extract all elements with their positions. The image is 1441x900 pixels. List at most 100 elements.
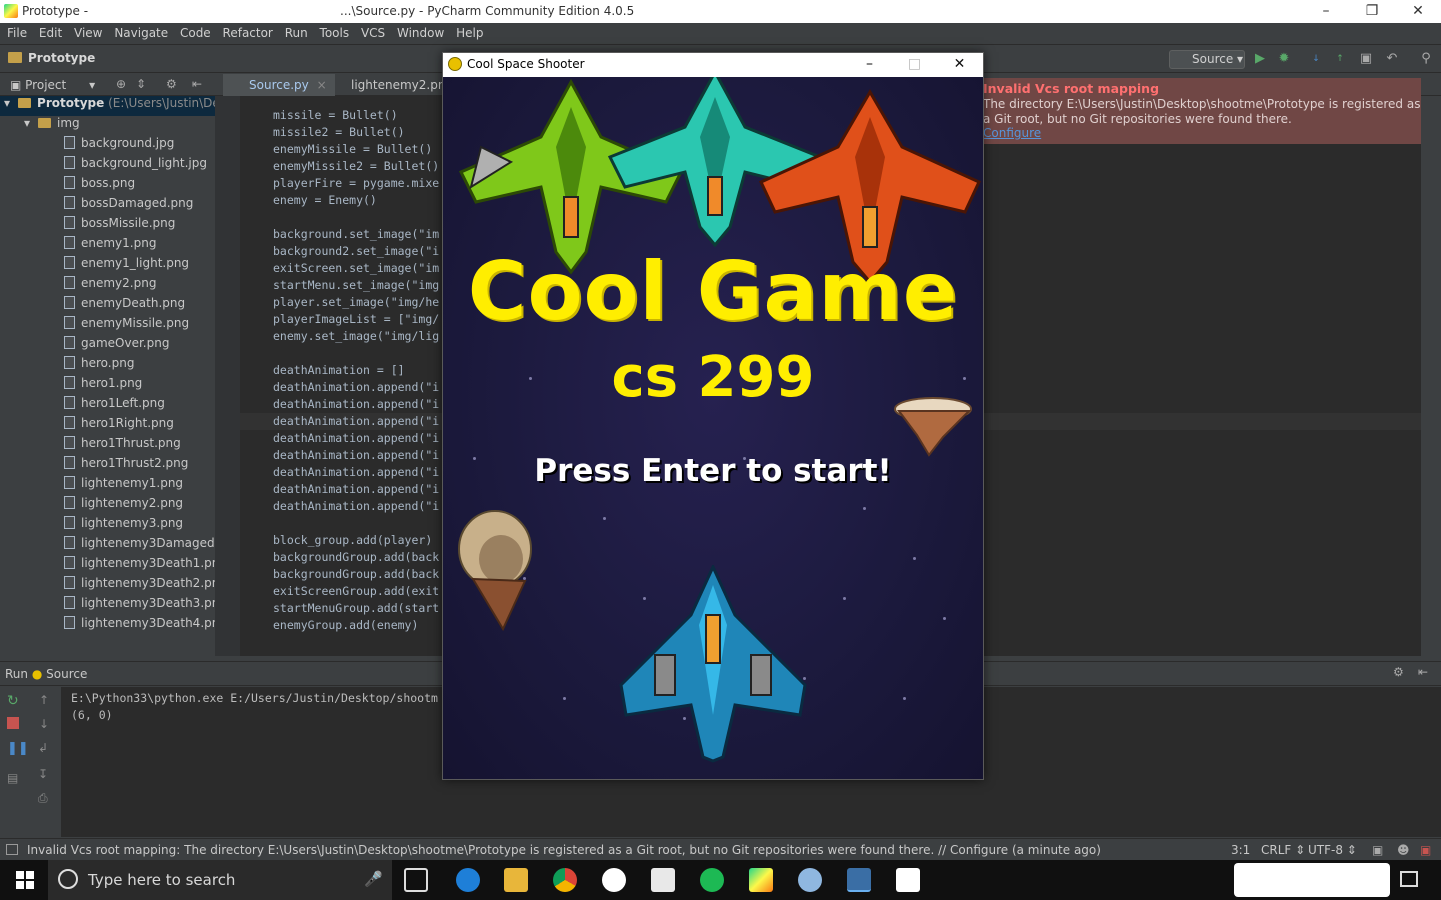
hide-icon[interactable]: ⇤	[192, 77, 202, 91]
pycharm-taskbar-icon[interactable]	[749, 868, 773, 892]
tree-file[interactable]: hero1Thrust.png	[0, 436, 215, 456]
menu-file[interactable]: File	[7, 23, 27, 40]
game-maximize-icon[interactable]: □	[892, 53, 937, 77]
lock-icon[interactable]: ▣	[1372, 843, 1383, 857]
menu-view[interactable]: View	[74, 23, 102, 40]
tree-file[interactable]: background.jpg	[0, 136, 215, 156]
stop-icon[interactable]	[7, 717, 19, 729]
inspector-icon[interactable]: ☻	[1397, 843, 1410, 857]
pause-icon[interactable]: ❚❚	[7, 741, 29, 756]
layout-icon[interactable]: ▤	[7, 771, 18, 785]
tab-source-py[interactable]: Source.py ×	[223, 74, 335, 96]
vcs-commit-icon[interactable]: ↑	[1332, 51, 1348, 67]
search-icon[interactable]: ⚲	[1418, 51, 1434, 67]
windows-start-icon[interactable]	[16, 871, 34, 889]
minimize-icon[interactable]: –	[1303, 0, 1349, 23]
run-config-select[interactable]: Source ▾	[1169, 50, 1245, 69]
menu-help[interactable]: Help	[456, 23, 483, 40]
action-center-icon[interactable]	[1400, 871, 1418, 887]
tree-file[interactable]: enemy2.png	[0, 276, 215, 296]
tree-file[interactable]: lightenemy2.png	[0, 496, 215, 516]
project-dropdown[interactable]: ▣ Project ▾	[10, 78, 95, 92]
tree-file[interactable]: lightenemy3.png	[0, 516, 215, 536]
game-minimize-icon[interactable]: –	[847, 53, 892, 77]
menu-vcs[interactable]: VCS	[361, 23, 385, 40]
tree-file[interactable]: enemyDeath.png	[0, 296, 215, 316]
tree-file[interactable]: hero1.png	[0, 376, 215, 396]
game-window[interactable]: Cool Space Shooter – □ ✕ Cool Game cs 29…	[442, 52, 984, 780]
game-canvas[interactable]: Cool Game cs 299 Press Enter to start!	[443, 77, 983, 779]
tree-file[interactable]: boss.png	[0, 176, 215, 196]
tree-file[interactable]: lightenemy3Death1.pn	[0, 556, 215, 576]
photos-icon[interactable]	[896, 868, 920, 892]
gear-icon[interactable]: ⚙	[166, 77, 177, 91]
tree-file[interactable]: enemy1.png	[0, 236, 215, 256]
game-close-icon[interactable]: ✕	[937, 53, 982, 77]
tree-file[interactable]: lightenemy3Death4.pn	[0, 616, 215, 636]
tree-file[interactable]: hero1Right.png	[0, 416, 215, 436]
event-log-icon[interactable]: ▣	[1420, 843, 1431, 857]
paint-icon[interactable]	[798, 868, 822, 892]
spotify-icon[interactable]	[700, 868, 724, 892]
console-line: (6, 0)	[71, 708, 113, 722]
menu-edit[interactable]: Edit	[39, 23, 62, 40]
caret-position[interactable]: 3:1	[1231, 843, 1250, 857]
tree-file[interactable]: enemy1_light.png	[0, 256, 215, 276]
tree-file[interactable]: lightenemy3Death2.pn	[0, 576, 215, 596]
run-settings-icon[interactable]: ⚙	[1393, 665, 1404, 679]
menu-run[interactable]: Run	[285, 23, 308, 40]
menu-window[interactable]: Window	[397, 23, 444, 40]
tree-root[interactable]: ▾ Prototype (E:\Users\Justin\De	[0, 96, 215, 116]
run-tab[interactable]: Run ● Source	[5, 667, 87, 681]
edge-icon[interactable]	[456, 868, 480, 892]
run-icon[interactable]: ▶	[1252, 51, 1268, 67]
rerun-icon[interactable]: ↻	[7, 693, 19, 709]
mail-icon[interactable]	[651, 868, 675, 892]
microphone-icon[interactable]: 🎤	[364, 870, 383, 888]
vcs-history-icon[interactable]: ▣	[1358, 51, 1374, 67]
task-view-icon[interactable]	[404, 868, 428, 892]
menu-code[interactable]: Code	[180, 23, 211, 40]
steam-icon[interactable]	[602, 868, 626, 892]
python-taskbar-icon[interactable]	[847, 868, 871, 892]
tree-file[interactable]: bossMissile.png	[0, 216, 215, 236]
menu-refactor[interactable]: Refactor	[223, 23, 273, 40]
status-message[interactable]: Invalid Vcs root mapping: The directory …	[27, 843, 1101, 857]
tree-file[interactable]: lightenemy1.png	[0, 476, 215, 496]
menu-tools[interactable]: Tools	[320, 23, 350, 40]
tree-file[interactable]: gameOver.png	[0, 336, 215, 356]
tree-file[interactable]: hero.png	[0, 356, 215, 376]
tree-file[interactable]: hero1Thrust2.png	[0, 456, 215, 476]
run-hide-icon[interactable]: ⇤	[1418, 665, 1428, 679]
editor-scrollbar[interactable]	[1421, 146, 1441, 656]
collapse-icon[interactable]: ⇕	[136, 77, 146, 91]
tree-file[interactable]: lightenemy3Death3.pn	[0, 596, 215, 616]
sync-icon[interactable]: ⊕	[116, 77, 126, 91]
tree-file[interactable]: lightenemy3Damaged.	[0, 536, 215, 556]
tree-file[interactable]: background_light.jpg	[0, 156, 215, 176]
file-explorer-icon[interactable]	[504, 868, 528, 892]
vcs-update-icon[interactable]: ↓	[1308, 51, 1324, 67]
debug-icon[interactable]: ✹	[1276, 51, 1292, 67]
tree-file[interactable]: hero1Left.png	[0, 396, 215, 416]
close-icon[interactable]: ✕	[1395, 0, 1441, 23]
down-icon[interactable]: ↓	[39, 717, 49, 731]
restore-icon[interactable]: ❐	[1349, 0, 1395, 23]
wrap-icon[interactable]: ↲	[38, 741, 48, 755]
menu-navigate[interactable]: Navigate	[114, 23, 168, 40]
breadcrumb[interactable]: Prototype	[8, 51, 95, 65]
print-icon[interactable]: ⎙	[38, 791, 48, 806]
up-icon[interactable]: ↑	[39, 693, 49, 707]
file-encoding[interactable]: UTF-8 ⇕	[1308, 843, 1357, 857]
taskbar-search[interactable]: Type here to search 🎤	[48, 860, 392, 900]
tree-file[interactable]: enemyMissile.png	[0, 316, 215, 336]
tree-folder-img[interactable]: ▾ img	[0, 116, 215, 136]
revert-icon[interactable]: ↶	[1384, 51, 1400, 67]
tab-lightenemy2[interactable]: lightenemy2.png	[325, 74, 461, 96]
configure-link[interactable]: Configure	[983, 126, 1041, 140]
tree-file[interactable]: bossDamaged.png	[0, 196, 215, 216]
line-separator[interactable]: CRLF ⇕	[1261, 843, 1305, 857]
scroll-end-icon[interactable]: ↧	[38, 767, 48, 781]
chrome-icon[interactable]	[553, 868, 577, 892]
tool-window-icon[interactable]	[6, 844, 18, 855]
